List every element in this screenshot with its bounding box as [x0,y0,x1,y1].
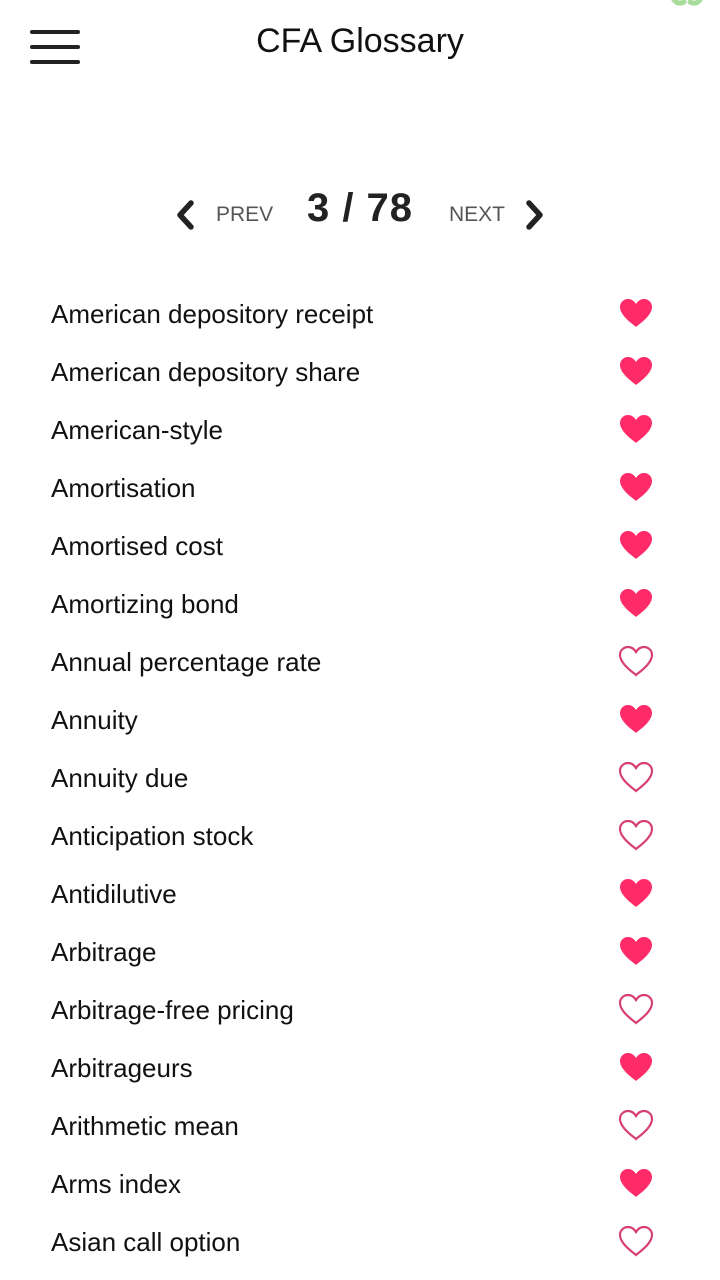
heart-filled-icon[interactable] [618,877,654,909]
term-label[interactable]: Arbitrageurs [51,1053,193,1084]
pagination: PREV 3 / 78 NEXT [0,186,720,236]
page-title: CFA Glossary [256,22,464,60]
heart-filled-icon[interactable] [618,471,654,503]
term-label[interactable]: Arbitrage-free pricing [51,995,294,1026]
list-item[interactable]: Amortizing bond [0,575,720,633]
term-label[interactable]: American depository receipt [51,299,373,330]
heart-outline-icon[interactable] [618,761,654,793]
term-label[interactable]: Arithmetic mean [51,1111,239,1142]
term-label[interactable]: American-style [51,415,223,446]
heart-outline-icon[interactable] [618,993,654,1025]
page-indicator: 3 / 78 [306,186,414,230]
heart-outline-icon[interactable] [618,645,654,677]
list-item[interactable]: Arms index [0,1155,720,1213]
list-item[interactable]: Arbitrageurs [0,1039,720,1097]
list-item[interactable]: Annual percentage rate [0,633,720,691]
term-label[interactable]: Annuity due [51,763,188,794]
heart-filled-icon[interactable] [618,297,654,329]
heart-filled-icon[interactable] [618,355,654,387]
heart-filled-icon[interactable] [618,935,654,967]
term-label[interactable]: Anticipation stock [51,821,253,852]
heart-outline-icon[interactable] [618,1225,654,1257]
list-item[interactable]: American depository receipt [0,285,720,343]
glossary-list: American depository receipt American depo… [0,285,720,1271]
heart-filled-icon[interactable] [618,1051,654,1083]
list-item[interactable]: Asian call option [0,1213,720,1271]
heart-filled-icon[interactable] [618,587,654,619]
term-label[interactable]: Annual percentage rate [51,647,321,678]
heart-filled-icon[interactable] [618,1167,654,1199]
list-item[interactable]: American-style [0,401,720,459]
term-label[interactable]: Asian call option [51,1227,240,1258]
list-item[interactable]: Amortised cost [0,517,720,575]
app-header: CFA Glossary [0,0,720,90]
heart-outline-icon[interactable] [618,819,654,851]
list-item[interactable]: American depository share [0,343,720,401]
list-item[interactable]: Arbitrage [0,923,720,981]
term-label[interactable]: Arbitrage [51,937,157,968]
list-item[interactable]: Antidilutive [0,865,720,923]
list-item[interactable]: Arithmetic mean [0,1097,720,1155]
term-label[interactable]: Amortisation [51,473,196,504]
list-item[interactable]: Anticipation stock [0,807,720,865]
list-item[interactable]: Arbitrage-free pricing [0,981,720,1039]
term-label[interactable]: Amortised cost [51,531,223,562]
heart-filled-icon[interactable] [618,413,654,445]
list-item[interactable]: Annuity due [0,749,720,807]
term-label[interactable]: American depository share [51,357,360,388]
term-label[interactable]: Antidilutive [51,879,177,910]
term-label[interactable]: Arms index [51,1169,181,1200]
term-label[interactable]: Annuity [51,705,138,736]
heart-filled-icon[interactable] [618,703,654,735]
heart-outline-icon[interactable] [618,1109,654,1141]
list-item[interactable]: Annuity [0,691,720,749]
term-label[interactable]: Amortizing bond [51,589,239,620]
chevron-right-icon[interactable] [524,200,546,230]
heart-filled-icon[interactable] [618,529,654,561]
next-button[interactable]: NEXT [449,203,505,227]
list-item[interactable]: Amortisation [0,459,720,517]
